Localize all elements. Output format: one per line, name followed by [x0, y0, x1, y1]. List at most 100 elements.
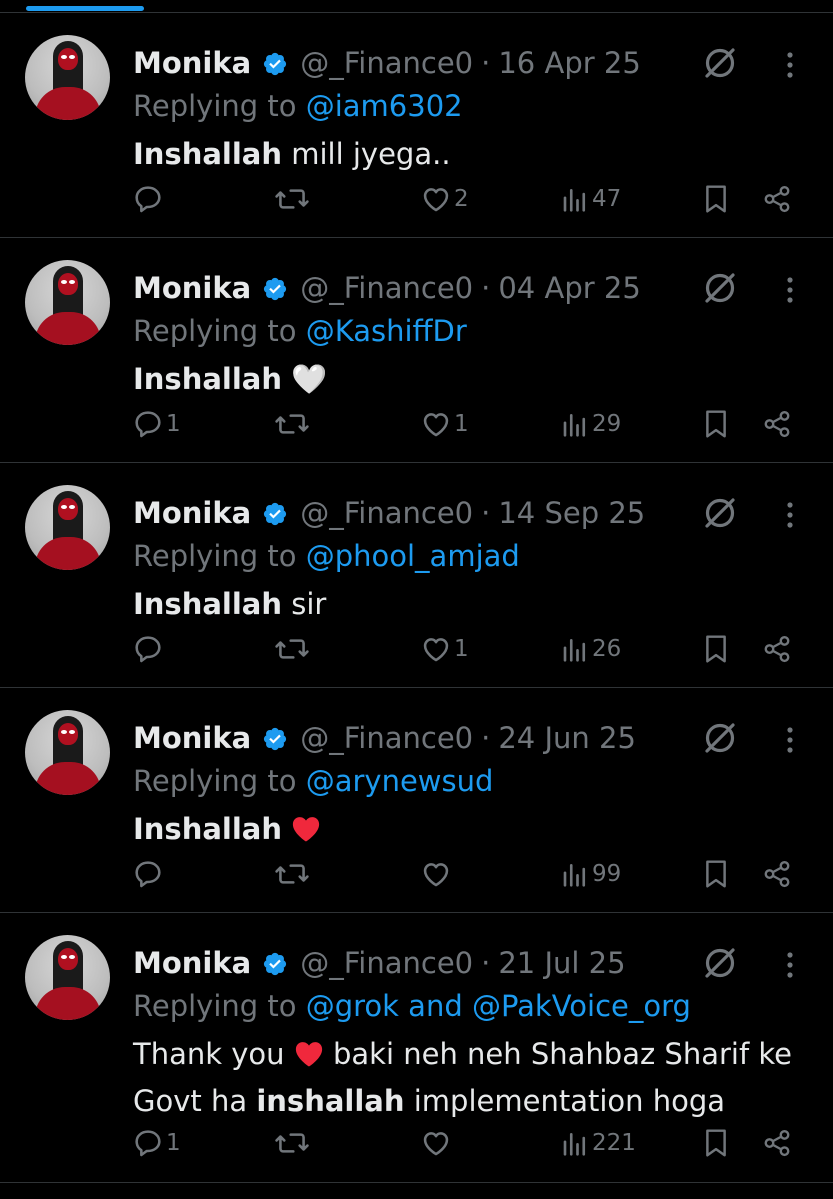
reply-button[interactable]: [132, 854, 166, 894]
mention-link[interactable]: @arynewsud: [306, 764, 494, 798]
display-name[interactable]: Monika: [133, 46, 251, 80]
display-name[interactable]: Monika: [133, 496, 251, 530]
repost-button[interactable]: [274, 1123, 310, 1163]
bookmark-icon: [702, 1127, 730, 1159]
tweet-text: Inshallah sir: [133, 583, 813, 626]
share-button[interactable]: [762, 854, 792, 894]
avatar[interactable]: [25, 710, 110, 795]
grok-icon[interactable]: [702, 45, 738, 81]
views-button[interactable]: 26: [560, 629, 621, 669]
share-icon: [762, 183, 792, 215]
share-icon: [762, 633, 792, 665]
more-options-icon[interactable]: [778, 274, 802, 306]
bookmark-button[interactable]: [702, 629, 730, 669]
share-button[interactable]: [762, 179, 792, 219]
avatar[interactable]: [25, 935, 110, 1020]
reply-button[interactable]: 1: [132, 404, 181, 444]
more-options-icon[interactable]: [778, 49, 802, 81]
tweet-header: Monika @_Finance0 · 24 Jun 25: [133, 718, 636, 758]
mention-link[interactable]: @grok and @PakVoice_org: [306, 989, 691, 1023]
tweet-text-bold: Inshallah: [133, 137, 283, 171]
tweet[interactable]: Monika @_Finance0 · 21 Jul 25 Replying t…: [0, 913, 833, 1183]
replying-label: Replying to: [133, 314, 297, 348]
tweet-date[interactable]: 14 Sep 25: [498, 496, 645, 530]
tweet-header: Monika @_Finance0 · 04 Apr 25: [133, 268, 641, 308]
tweet-text-part: Thank you: [133, 1037, 285, 1071]
repost-button[interactable]: [274, 179, 310, 219]
user-handle[interactable]: @_Finance0: [300, 496, 473, 530]
share-icon: [762, 1127, 792, 1159]
tweet[interactable]: Monika @_Finance0 · 04 Apr 25 Replying t…: [0, 238, 833, 463]
like-button[interactable]: [420, 1123, 454, 1163]
reply-button[interactable]: [132, 629, 166, 669]
tweet-date[interactable]: 04 Apr 25: [498, 271, 640, 305]
grok-icon[interactable]: [702, 945, 738, 981]
tweet-date[interactable]: 16 Apr 25: [498, 46, 640, 80]
repost-button[interactable]: [274, 404, 310, 444]
bookmark-button[interactable]: [702, 179, 730, 219]
like-button[interactable]: [420, 854, 454, 894]
reply-icon: [132, 633, 164, 665]
verified-badge-icon: [262, 50, 288, 76]
reply-button[interactable]: [132, 179, 166, 219]
views-button[interactable]: 99: [560, 854, 621, 894]
like-button[interactable]: 1: [420, 404, 469, 444]
like-button[interactable]: 2: [420, 179, 469, 219]
views-icon: [560, 633, 590, 665]
replies-feed: Monika @_Finance0 · 16 Apr 25 Replying t…: [0, 0, 833, 1199]
repost-button[interactable]: [274, 629, 310, 669]
bookmark-button[interactable]: [702, 854, 730, 894]
tweet-actions: 1 221: [0, 1123, 833, 1163]
grok-icon[interactable]: [702, 495, 738, 531]
share-button[interactable]: [762, 629, 792, 669]
grok-icon[interactable]: [702, 270, 738, 306]
bookmark-icon: [702, 183, 730, 215]
avatar[interactable]: [25, 35, 110, 120]
like-button[interactable]: 1: [420, 629, 469, 669]
tweet[interactable]: Monika @_Finance0 · 14 Sep 25 Replying t…: [0, 463, 833, 688]
user-handle[interactable]: @_Finance0: [300, 46, 473, 80]
repost-icon: [274, 408, 310, 440]
tweet-text-bold: inshallah: [256, 1084, 405, 1118]
share-button[interactable]: [762, 1123, 792, 1163]
mention-link[interactable]: @iam6302: [306, 89, 463, 123]
bookmark-button[interactable]: [702, 1123, 730, 1163]
repost-button[interactable]: [274, 854, 310, 894]
tweet[interactable]: Monika @_Finance0 · 24 Jun 25 Replying t…: [0, 688, 833, 913]
display-name[interactable]: Monika: [133, 946, 251, 980]
red-heart-icon: [291, 812, 321, 855]
avatar[interactable]: [25, 260, 110, 345]
user-handle[interactable]: @_Finance0: [300, 721, 473, 755]
more-options-icon[interactable]: [778, 499, 802, 531]
reply-button[interactable]: 1: [132, 1123, 181, 1163]
tweet-date[interactable]: 21 Jul 25: [498, 946, 625, 980]
mention-link[interactable]: @phool_amjad: [306, 539, 520, 573]
views-icon: [560, 408, 590, 440]
heart-icon: [420, 1127, 452, 1159]
mention-link[interactable]: @KashiffDr: [306, 314, 467, 348]
bookmark-button[interactable]: [702, 404, 730, 444]
tweet-header: Monika @_Finance0 · 21 Jul 25: [133, 943, 626, 983]
verified-badge-icon: [262, 500, 288, 526]
grok-icon[interactable]: [702, 720, 738, 756]
replying-to: Replying to @arynewsud: [133, 764, 493, 798]
display-name[interactable]: Monika: [133, 271, 251, 305]
views-count: 47: [592, 186, 622, 212]
avatar[interactable]: [25, 485, 110, 570]
views-button[interactable]: 47: [560, 179, 621, 219]
tweet-date[interactable]: 24 Jun 25: [498, 721, 636, 755]
user-handle[interactable]: @_Finance0: [300, 271, 473, 305]
views-button[interactable]: 29: [560, 404, 621, 444]
more-options-icon[interactable]: [778, 949, 802, 981]
views-button[interactable]: 221: [560, 1123, 636, 1163]
tweet-text-bold: Inshallah: [133, 812, 283, 846]
display-name[interactable]: Monika: [133, 721, 251, 755]
tweet[interactable]: Monika @_Finance0 · 16 Apr 25 Replying t…: [0, 13, 833, 238]
tweet-actions: 2 47: [0, 179, 833, 219]
share-button[interactable]: [762, 404, 792, 444]
user-handle[interactable]: @_Finance0: [300, 946, 473, 980]
verified-badge-icon: [262, 725, 288, 751]
views-count: 221: [592, 1130, 636, 1156]
repost-icon: [274, 1127, 310, 1159]
more-options-icon[interactable]: [778, 724, 802, 756]
